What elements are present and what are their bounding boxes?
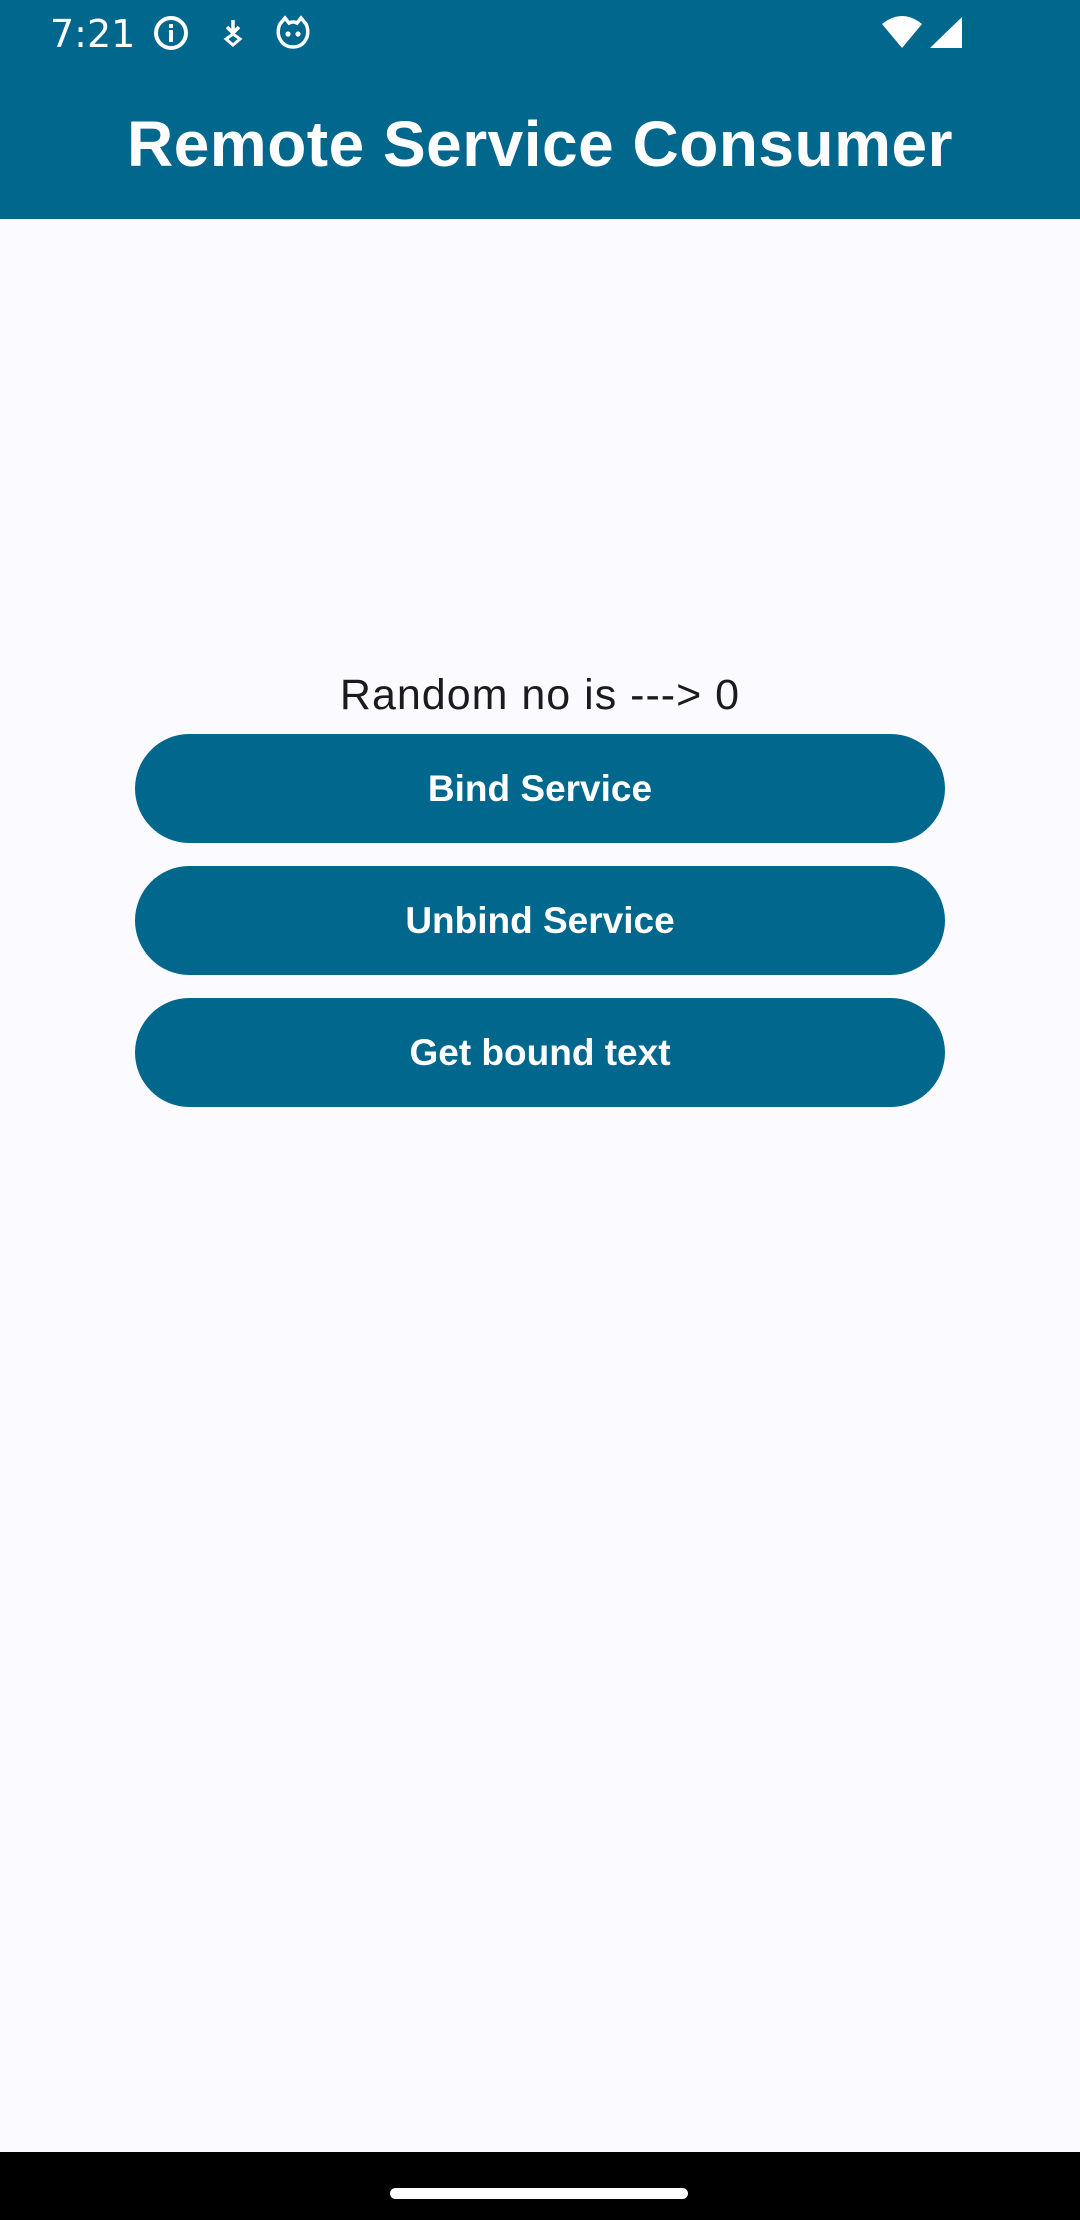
wifi-icon — [880, 14, 924, 52]
top-app-bar: 7:21 Remote Service Consumer — [0, 0, 1080, 219]
info-icon — [152, 14, 190, 52]
cellular-signal-icon — [928, 14, 964, 52]
navigation-bar — [0, 2152, 1080, 2220]
random-number-label: Random no is ---> 0 — [339, 671, 741, 719]
app-screen: 7:21 Remote Service Consumer Random no i… — [0, 0, 1080, 2220]
home-gesture-handle[interactable] — [390, 2188, 688, 2199]
status-bar: 7:21 — [0, 0, 1080, 66]
status-time: 7:21 — [50, 12, 136, 56]
bind-service-button[interactable]: Bind Service — [135, 734, 945, 843]
cat-face-icon — [274, 14, 312, 52]
main-content — [0, 219, 1080, 2152]
get-bound-text-button[interactable]: Get bound text — [135, 998, 945, 1107]
download-icon — [214, 14, 252, 52]
unbind-service-button[interactable]: Unbind Service — [135, 866, 945, 975]
app-title: Remote Service Consumer — [126, 108, 954, 180]
